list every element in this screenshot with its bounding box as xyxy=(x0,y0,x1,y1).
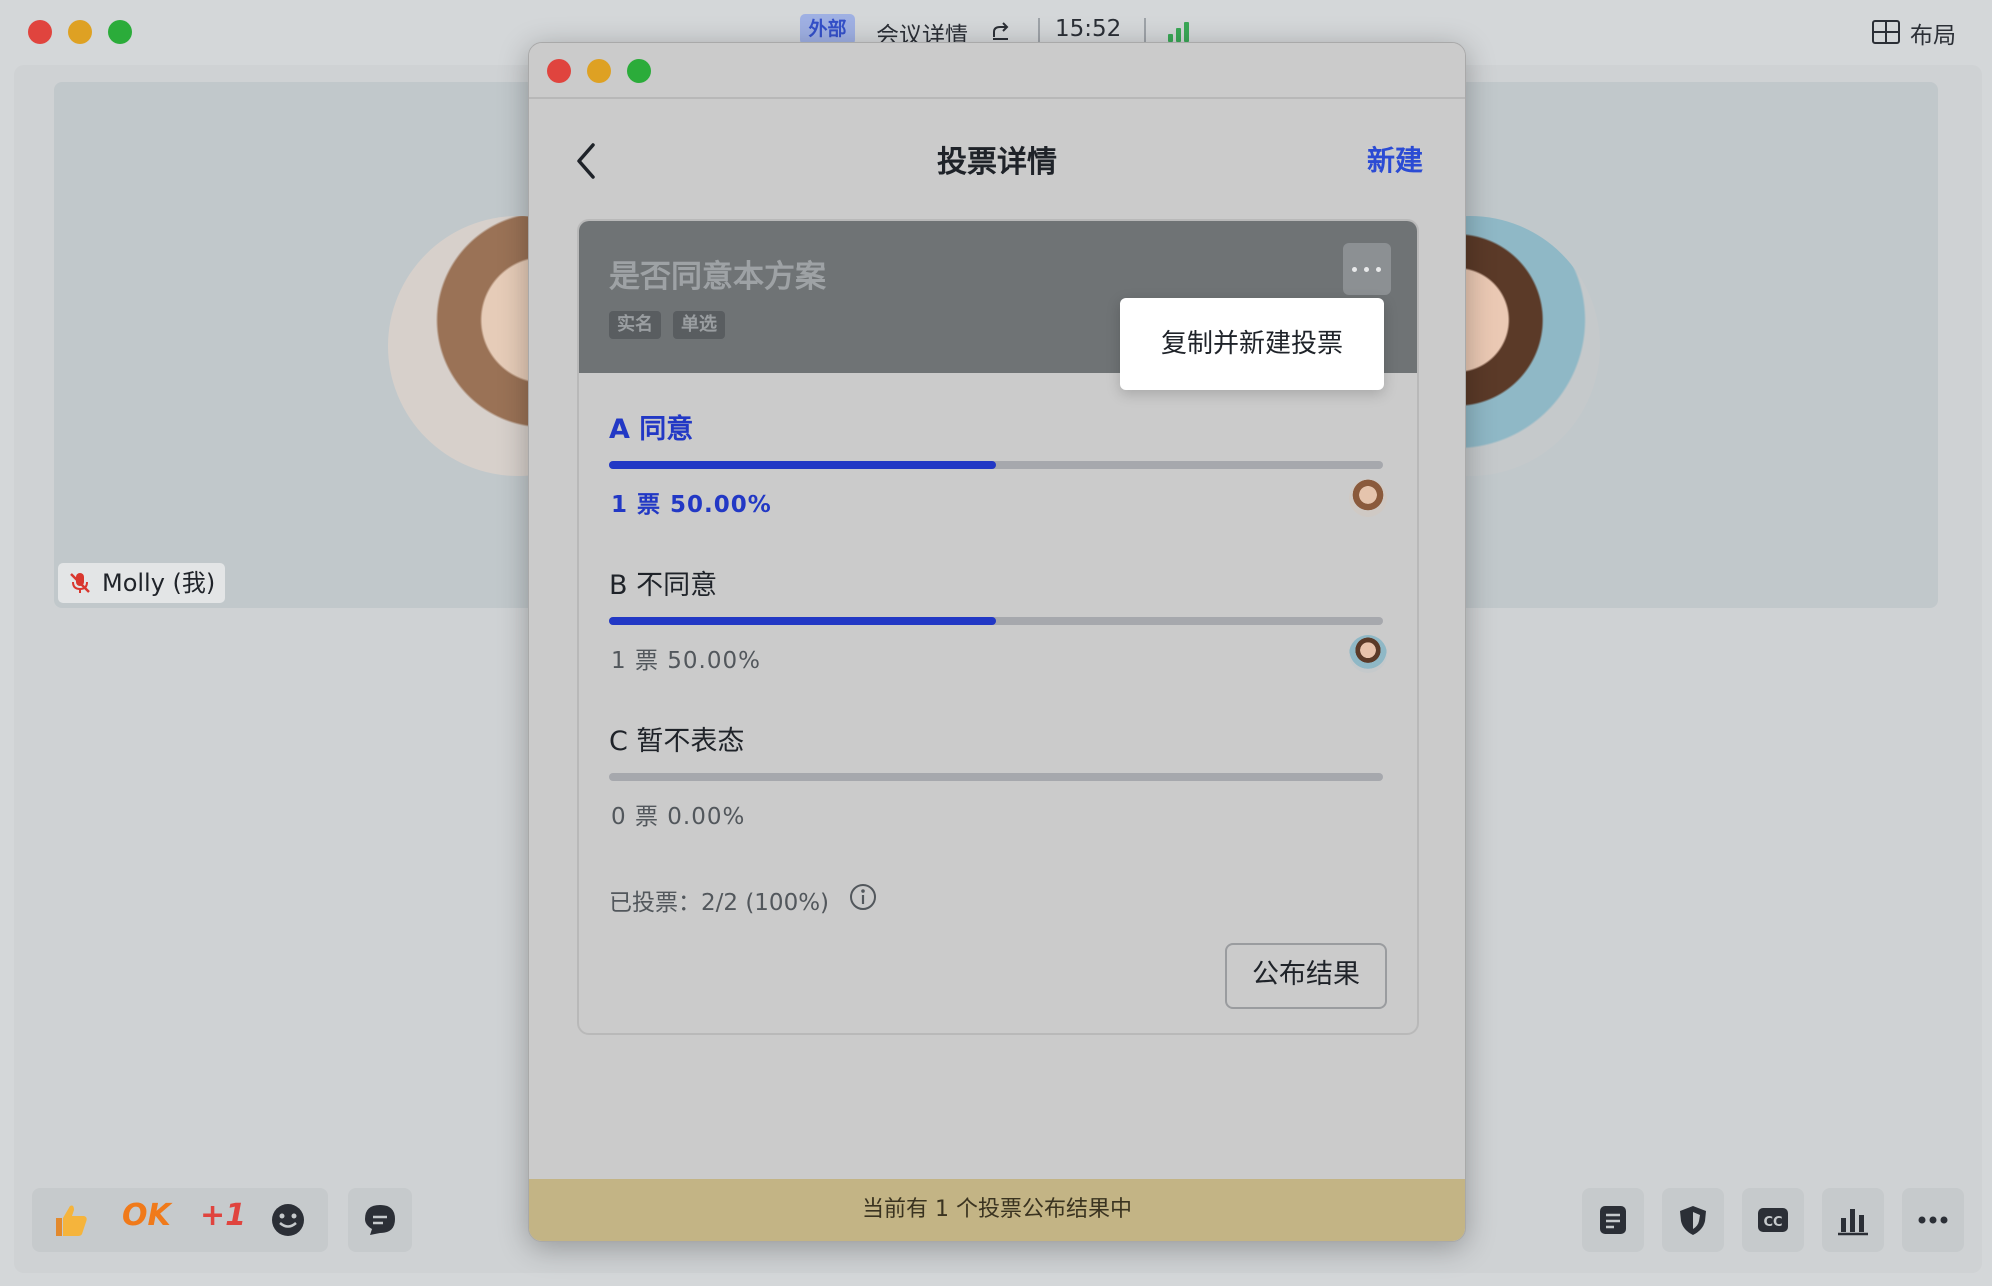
maximize-window-button[interactable] xyxy=(627,59,651,83)
voted-summary: 已投票：2/2 (100%) xyxy=(609,890,830,916)
divider xyxy=(1144,18,1146,44)
notes-icon xyxy=(1600,1206,1626,1234)
publish-results-button[interactable]: 公布结果 xyxy=(1225,943,1387,1009)
option-a-progress xyxy=(609,461,1383,469)
poll-button[interactable] xyxy=(1822,1188,1884,1252)
poll-question: 是否同意本方案 xyxy=(609,259,826,295)
layout-button[interactable]: 布局 xyxy=(1910,16,1956,50)
meeting-clock: 15:52 xyxy=(1055,16,1122,42)
svg-text:CC: CC xyxy=(1763,1215,1782,1230)
mic-off-icon xyxy=(70,573,90,593)
poll-detail-window: 投票详情 新建 是否同意本方案 实名 单选 A 同意 1 票 50.00% B … xyxy=(528,42,1466,1242)
tag-single-choice: 单选 xyxy=(673,311,725,339)
option-a-stats: 1 票 50.00% xyxy=(611,492,772,518)
thumbs-up-icon[interactable] xyxy=(50,1200,90,1240)
participant-name-tag: Molly (我) xyxy=(58,563,226,603)
notes-button[interactable] xyxy=(1582,1188,1644,1252)
layout-icon[interactable] xyxy=(1872,20,1900,44)
divider xyxy=(1038,18,1040,44)
status-banner: 当前有 1 个投票公布结果中 xyxy=(529,1179,1465,1241)
minimize-window-button[interactable] xyxy=(68,20,92,44)
tag-real-name: 实名 xyxy=(609,311,661,339)
maximize-window-button[interactable] xyxy=(108,20,132,44)
minimize-window-button[interactable] xyxy=(587,59,611,83)
option-c-progress xyxy=(609,773,1383,781)
bar-chart-icon xyxy=(1838,1209,1868,1236)
shield-icon xyxy=(1680,1206,1706,1235)
cc-icon: CC xyxy=(1758,1208,1788,1232)
option-c-label: C 暂不表态 xyxy=(609,726,745,757)
close-window-button[interactable] xyxy=(28,20,52,44)
captions-button[interactable]: CC xyxy=(1742,1188,1804,1252)
plus-one-reaction-button[interactable]: +1 xyxy=(200,1198,246,1233)
emoji-icon[interactable] xyxy=(270,1202,306,1238)
option-c-stats: 0 票 0.00% xyxy=(611,804,746,830)
copy-new-poll-menu-item[interactable]: 复制并新建投票 xyxy=(1120,298,1384,390)
page-title: 投票详情 xyxy=(937,145,1057,180)
modal-titlebar xyxy=(529,43,1465,99)
option-a-label: A 同意 xyxy=(609,414,694,445)
option-b-progress xyxy=(609,617,1383,625)
network-signal-icon xyxy=(1168,18,1194,42)
external-badge: 外部 xyxy=(800,14,855,45)
more-icon xyxy=(1918,1216,1948,1224)
poll-more-button[interactable] xyxy=(1343,243,1391,295)
reaction-bar: OK +1 xyxy=(32,1188,328,1252)
more-options-button[interactable] xyxy=(1902,1188,1964,1252)
ok-reaction-button[interactable]: OK xyxy=(122,1198,171,1233)
chat-button[interactable] xyxy=(348,1188,412,1252)
option-b-stats: 1 票 50.00% xyxy=(611,648,761,674)
close-window-button[interactable] xyxy=(547,59,571,83)
share-icon[interactable] xyxy=(990,20,1012,42)
participant-name: Molly (我) xyxy=(102,569,216,597)
chat-icon xyxy=(365,1205,395,1235)
voter-avatar[interactable] xyxy=(1349,479,1387,517)
voter-avatar[interactable] xyxy=(1349,635,1387,673)
info-icon[interactable] xyxy=(849,883,877,911)
new-poll-button[interactable]: 新建 xyxy=(1367,139,1423,179)
option-b-label: B 不同意 xyxy=(609,570,718,601)
security-button[interactable] xyxy=(1662,1188,1724,1252)
